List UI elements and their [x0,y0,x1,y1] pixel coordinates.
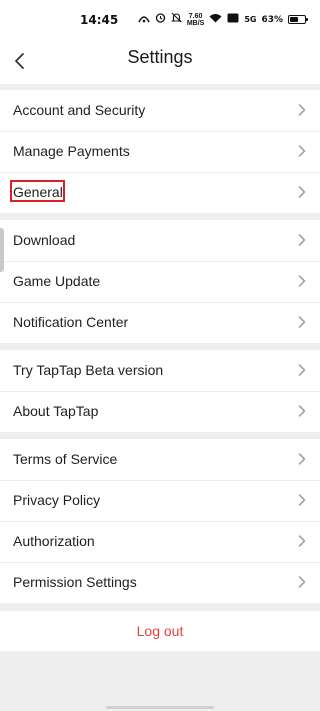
logout-button[interactable]: Log out [0,611,320,651]
mute-icon [170,12,182,27]
chevron-right-icon [298,316,306,328]
row-label: General [13,184,63,200]
page-title: Settings [127,47,193,67]
chevron-right-icon [298,234,306,246]
row-privacy-policy[interactable]: Privacy Policy [0,480,320,521]
row-label: Game Update [13,273,101,289]
row-label: Download [13,232,76,248]
row-download[interactable]: Download [0,220,320,261]
row-label: Account and Security [13,102,146,118]
chevron-right-icon [298,275,306,287]
header: Settings [0,40,320,84]
wifi-icon [209,13,222,27]
chevron-right-icon [298,453,306,465]
row-game-update[interactable]: Game Update [0,261,320,302]
settings-group-downloads: Download Game Update Notification Center [0,220,320,343]
chevron-right-icon [298,186,306,198]
row-permission-settings[interactable]: Permission Settings [0,562,320,603]
chevron-right-icon [298,494,306,506]
hotspot-icon [138,13,150,27]
settings-group-legal: Terms of Service Privacy Policy Authoriz… [0,439,320,603]
battery-percent: 63% [261,14,283,25]
chevron-right-icon [298,364,306,376]
row-about-taptap[interactable]: About TapTap [0,391,320,432]
side-scroll-tab[interactable] [0,228,4,272]
settings-group-account: Account and Security Manage Payments Gen… [0,90,320,213]
chevron-right-icon [298,535,306,547]
hd-icon [227,13,239,27]
row-try-beta[interactable]: Try TapTap Beta version [0,350,320,391]
status-time: 14:45 [80,13,119,27]
row-authorization[interactable]: Authorization [0,521,320,562]
row-label: Notification Center [13,314,129,330]
row-label: Permission Settings [13,574,137,590]
net-speed: 7.60 MB/S [186,12,205,27]
row-notification-center[interactable]: Notification Center [0,302,320,343]
chevron-right-icon [298,405,306,417]
home-indicator[interactable] [106,706,214,709]
row-label: Try TapTap Beta version [13,362,164,378]
status-bar: 14:45 7.60 MB/S 5G 63% [0,0,320,40]
row-account-security[interactable]: Account and Security [0,90,320,131]
row-general[interactable]: General [0,172,320,213]
chevron-right-icon [298,576,306,588]
row-label: Terms of Service [13,451,118,467]
chevron-right-icon [298,104,306,116]
battery-icon [288,15,308,24]
alarm-icon [155,12,166,27]
chevron-right-icon [298,145,306,157]
row-manage-payments[interactable]: Manage Payments [0,131,320,172]
signal-icon: 5G [244,14,257,24]
row-label: Authorization [13,533,95,549]
row-label: About TapTap [13,403,99,419]
status-icons: 7.60 MB/S 5G 63% [138,12,308,27]
row-label: Manage Payments [13,143,130,159]
settings-group-about: Try TapTap Beta version About TapTap [0,350,320,432]
row-terms-of-service[interactable]: Terms of Service [0,439,320,480]
row-label: Privacy Policy [13,492,101,508]
